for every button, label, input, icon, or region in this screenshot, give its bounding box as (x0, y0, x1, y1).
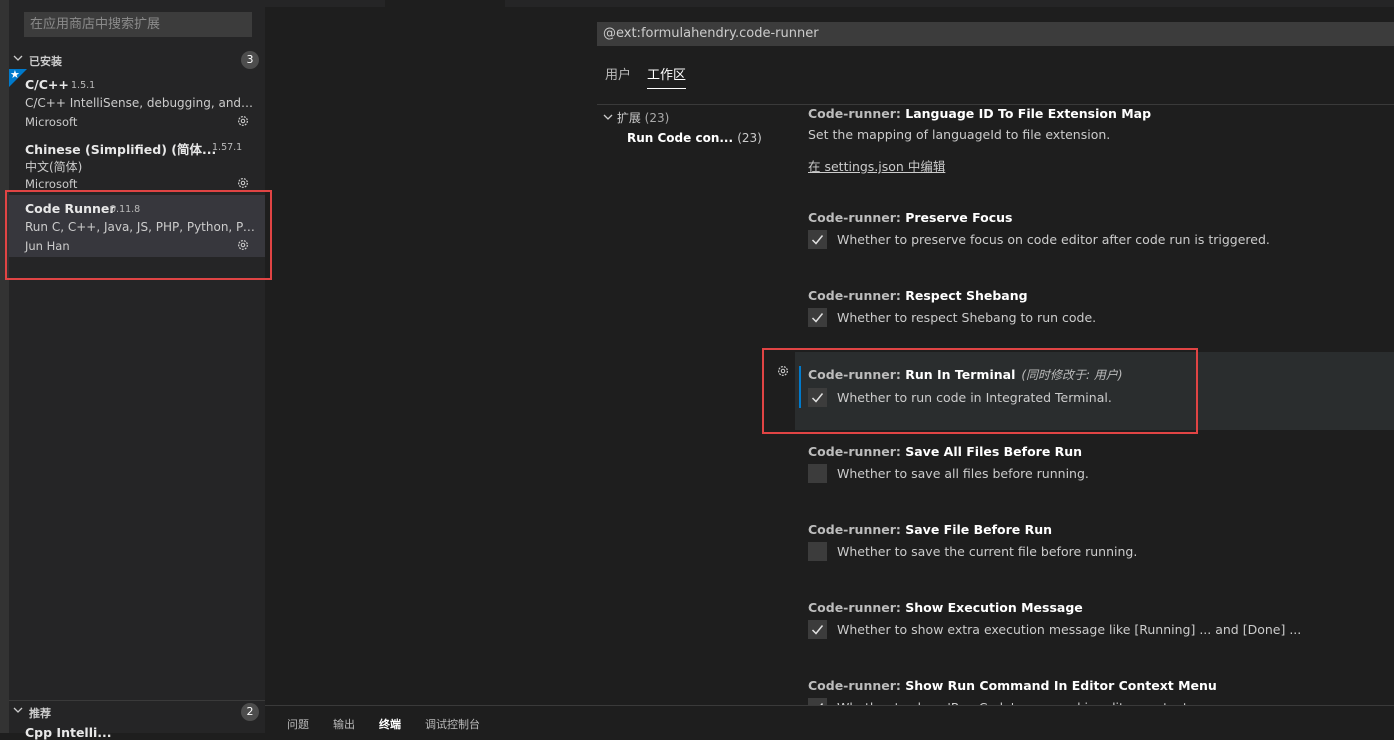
setting-language-id-map: Code-runner: Language ID To File Extensi… (808, 106, 1388, 175)
setting-title: Code-runner: Save All Files Before Run (808, 444, 1083, 459)
settings-search-input[interactable]: @ext:formulahendry.code-runner (597, 22, 1394, 46)
panel-tab-debug-console[interactable]: 调试控制台 (425, 716, 480, 732)
toc-group-extensions[interactable]: 扩展 (23) (603, 109, 669, 126)
extension-description: 中文(简体) (25, 160, 83, 174)
installed-section-header[interactable]: 已安装 3 (9, 49, 265, 71)
recommended-star-icon: ★ (9, 68, 27, 87)
setting-save-all-files: Code-runner: Save All Files Before Run W… (808, 444, 1388, 484)
setting-title: Code-runner: Language ID To File Extensi… (808, 106, 1152, 121)
extensions-sidebar: 在应用商店中搜索扩展 已安装 3 C/C++ 1.5.1 C/C++ Intel… (9, 0, 265, 740)
toc-item-count: (23) (737, 131, 762, 145)
installed-count-badge: 3 (241, 51, 259, 69)
extensions-search-input[interactable]: 在应用商店中搜索扩展 (24, 12, 252, 37)
setting-save-file: Code-runner: Save File Before Run Whethe… (808, 522, 1388, 562)
setting-description: Whether to show extra execution message … (837, 622, 1302, 637)
toc-group-label: 扩展 (616, 111, 641, 125)
edit-in-settings-json-link[interactable]: 在 settings.json 中编辑 (808, 156, 945, 175)
extension-item-chinese[interactable]: Chinese (Simplified) (简体... 1.57.1 中文(简体… (9, 133, 265, 195)
recommended-section-header[interactable]: 推荐 2 (9, 700, 265, 723)
panel-tab-terminal[interactable]: 终端 (379, 716, 401, 732)
setting-title: Code-runner: Save File Before Run (808, 522, 1053, 537)
toc-item-label: Run Code con... (627, 131, 734, 145)
gear-icon[interactable] (236, 176, 250, 190)
chevron-down-icon (603, 114, 613, 120)
setting-description: Whether to preserve focus on code editor… (837, 232, 1270, 247)
activity-bar (0, 0, 9, 733)
save-file-checkbox[interactable] (808, 542, 827, 561)
setting-description: Whether to save all files before running… (837, 466, 1089, 481)
toc-group-count: (23) (644, 111, 670, 125)
editor-tab[interactable] (385, 0, 505, 7)
tab-user[interactable]: 用户 (605, 64, 631, 83)
highlight-box-run-in-terminal (762, 348, 1198, 434)
tab-workspace[interactable]: 工作区 (647, 64, 687, 89)
recommended-count-badge: 2 (241, 703, 259, 721)
installed-section-title: 已安装 (29, 55, 62, 68)
setting-description: Whether to respect Shebang to run code. (837, 310, 1097, 325)
panel-tab-output[interactable]: 输出 (333, 716, 355, 732)
extension-name: Chinese (Simplified) (简体... (25, 142, 217, 157)
toc-item-run-code[interactable]: Run Code con... (23) (627, 131, 762, 145)
extension-publisher: Microsoft (25, 115, 78, 129)
setting-show-execution-message: Code-runner: Show Execution Message Whet… (808, 600, 1388, 640)
tabs-divider (597, 104, 1394, 105)
chevron-down-icon (13, 707, 23, 713)
show-execution-message-checkbox[interactable] (808, 620, 827, 639)
save-all-files-checkbox[interactable] (808, 464, 827, 483)
setting-title: Code-runner: Show Execution Message (808, 600, 1083, 615)
extension-item-cpp[interactable]: C/C++ 1.5.1 C/C++ IntelliSense, debuggin… (9, 71, 265, 133)
preserve-focus-checkbox[interactable] (808, 230, 827, 249)
panel-tab-problems[interactable]: 问题 (287, 716, 309, 732)
respect-shebang-checkbox[interactable] (808, 308, 827, 327)
setting-title: Code-runner: Preserve Focus (808, 210, 1013, 225)
recommended-section-title: 推荐 (29, 707, 51, 720)
extension-publisher: Microsoft (25, 177, 78, 191)
setting-description: Set the mapping of languageId to file ex… (808, 127, 1111, 142)
setting-title: Code-runner: Show Run Command In Editor … (808, 678, 1217, 693)
extension-version: 1.57.1 (212, 142, 243, 153)
gear-icon[interactable] (236, 114, 250, 128)
highlight-box-code-runner (5, 190, 272, 280)
setting-description: Whether to save the current file before … (837, 544, 1138, 559)
setting-title: Code-runner: Respect Shebang (808, 288, 1028, 303)
extension-description: C/C++ IntelliSense, debugging, and c... (25, 96, 255, 110)
editor-tabs-bar (265, 0, 1394, 7)
chevron-down-icon (13, 55, 23, 61)
setting-preserve-focus: Code-runner: Preserve Focus Whether to p… (808, 210, 1388, 250)
bottom-panel-bar: 问题 输出 终端 调试控制台 (265, 705, 1394, 734)
extension-version: 1.5.1 (71, 80, 96, 91)
extension-name: C/C++ (25, 77, 69, 92)
setting-respect-shebang: Code-runner: Respect Shebang Whether to … (808, 288, 1388, 328)
